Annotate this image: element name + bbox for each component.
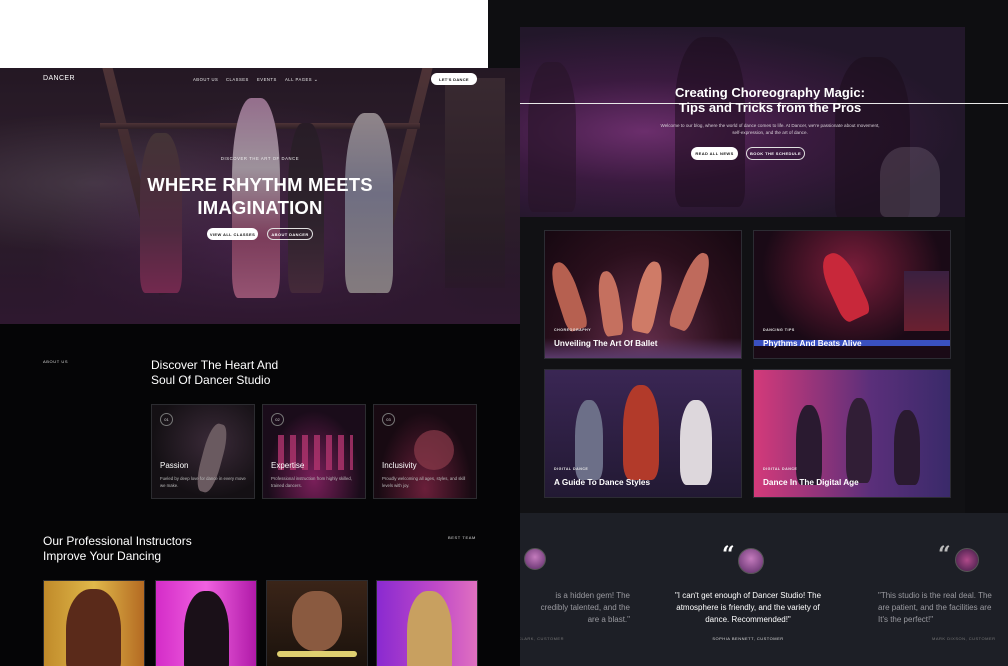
testimonial-author: SOPHIA BENNETT, CUSTOMER	[712, 636, 784, 641]
blog-card-category: CHOREOGRAPHY	[554, 328, 592, 332]
testimonial-author: MARK DIXSON, CUSTOMER	[932, 636, 996, 641]
nav-link-all-pages[interactable]: ALL PAGES ⌄	[285, 77, 318, 83]
section-label: ABOUT US	[43, 359, 69, 364]
feature-card[interactable]: 02 Expertise Professional instruction fr…	[262, 404, 366, 499]
avatar	[738, 548, 764, 574]
avatar	[524, 548, 546, 570]
nav-link-events[interactable]: EVENTS	[257, 77, 277, 82]
feature-title: Passion	[160, 461, 189, 470]
dancer-figure	[414, 430, 454, 470]
blog-hero-text: Welcome to our blog, where the world of …	[660, 123, 880, 135]
feature-description: Proudly welcoming all ages, styles, and …	[382, 476, 466, 488]
light-strip	[277, 651, 357, 657]
blog-card[interactable]: DIGITAL DANCE A Guide To Dance Styles	[544, 369, 742, 498]
nav-link-about[interactable]: ABOUT US	[193, 77, 218, 82]
nav-link-label: ALL PAGES	[285, 77, 313, 82]
blog-card-category: DIGITAL DANCE	[554, 467, 589, 471]
about-title: Discover The Heart And Soul Of Dancer St…	[151, 358, 279, 387]
instructor-card[interactable]	[376, 580, 478, 666]
feature-number: 03	[382, 413, 395, 426]
blog-card-title: Unveiling The Art Of Ballet	[554, 339, 658, 348]
feature-description: Professional instruction from highly ski…	[271, 476, 352, 488]
feature-number: 02	[271, 413, 284, 426]
hero-section: DANCER ABOUT US CLASSES EVENTS ALL PAGES…	[0, 68, 520, 324]
feature-number: 01	[160, 413, 173, 426]
main-page-preview: DANCER ABOUT US CLASSES EVENTS ALL PAGES…	[0, 68, 520, 666]
book-schedule-button[interactable]: BOOK THE SCHEDULE	[746, 147, 805, 160]
section-label: BEST TEAM	[448, 535, 476, 540]
read-all-news-button[interactable]: READ ALL NEWS	[691, 147, 738, 160]
blog-card[interactable]: CHOREOGRAPHY Unveiling The Art Of Ballet	[544, 230, 742, 359]
quote-icon: “	[938, 542, 951, 568]
hero-title: WHERE RHYTHM MEETS IMAGINATION	[147, 174, 373, 218]
quote-icon: “	[722, 542, 735, 568]
instructor-photo	[184, 591, 229, 666]
hero-kicker: DISCOVER THE ART OF DANCE	[220, 156, 300, 161]
testimonial-text: "This studio is the real deal. The are pa…	[878, 591, 992, 624]
feature-card[interactable]: 01 Passion Fueled by deep love for dance…	[151, 404, 255, 499]
feature-title: Inclusivity	[382, 461, 417, 470]
site-logo[interactable]: DANCER	[43, 75, 75, 82]
instructor-photo	[407, 591, 452, 666]
blog-card-title: Dance In The Digital Age	[763, 478, 859, 487]
blog-card[interactable]: DIGITAL DANCE Dance In The Digital Age	[753, 369, 951, 498]
instructor-card[interactable]	[155, 580, 257, 666]
chevron-down-icon: ⌄	[313, 77, 319, 83]
instructor-card[interactable]	[266, 580, 368, 666]
feature-title: Expertise	[271, 461, 305, 470]
blog-hero-title: Creating Choreography Magic: Tips and Tr…	[675, 85, 865, 115]
about-dancer-button[interactable]: ABOUT DANCER	[267, 228, 313, 240]
view-all-classes-button[interactable]: VIEW ALL CLASSES	[207, 228, 258, 240]
white-canvas-corner	[0, 0, 488, 68]
instructor-card[interactable]	[43, 580, 145, 666]
blog-card[interactable]: DANCING TIPS Phythms And Beats Alive	[753, 230, 951, 359]
instructors-title: Our Professional Instructors Improve You…	[43, 534, 192, 563]
nav-link-classes[interactable]: CLASSES	[226, 77, 249, 82]
blog-card-category: DANCING TIPS	[763, 328, 795, 332]
avatar	[955, 548, 979, 572]
lets-dance-button[interactable]: LET'S DANCE	[431, 73, 477, 85]
instructor-photo	[66, 589, 121, 666]
blog-card-category: DIGITAL DANCE	[763, 467, 798, 471]
feature-description: Fueled by deep love for dance in every m…	[160, 476, 246, 488]
blog-card-title: Phythms And Beats Alive	[763, 339, 862, 348]
instructor-photo	[292, 591, 342, 651]
blog-card-title: A Guide To Dance Styles	[554, 478, 650, 487]
testimonial-text: "I can't get enough of Dancer Studio! Th…	[674, 591, 822, 624]
feature-card[interactable]: 03 Inclusivity Proudly welcoming all age…	[373, 404, 477, 499]
